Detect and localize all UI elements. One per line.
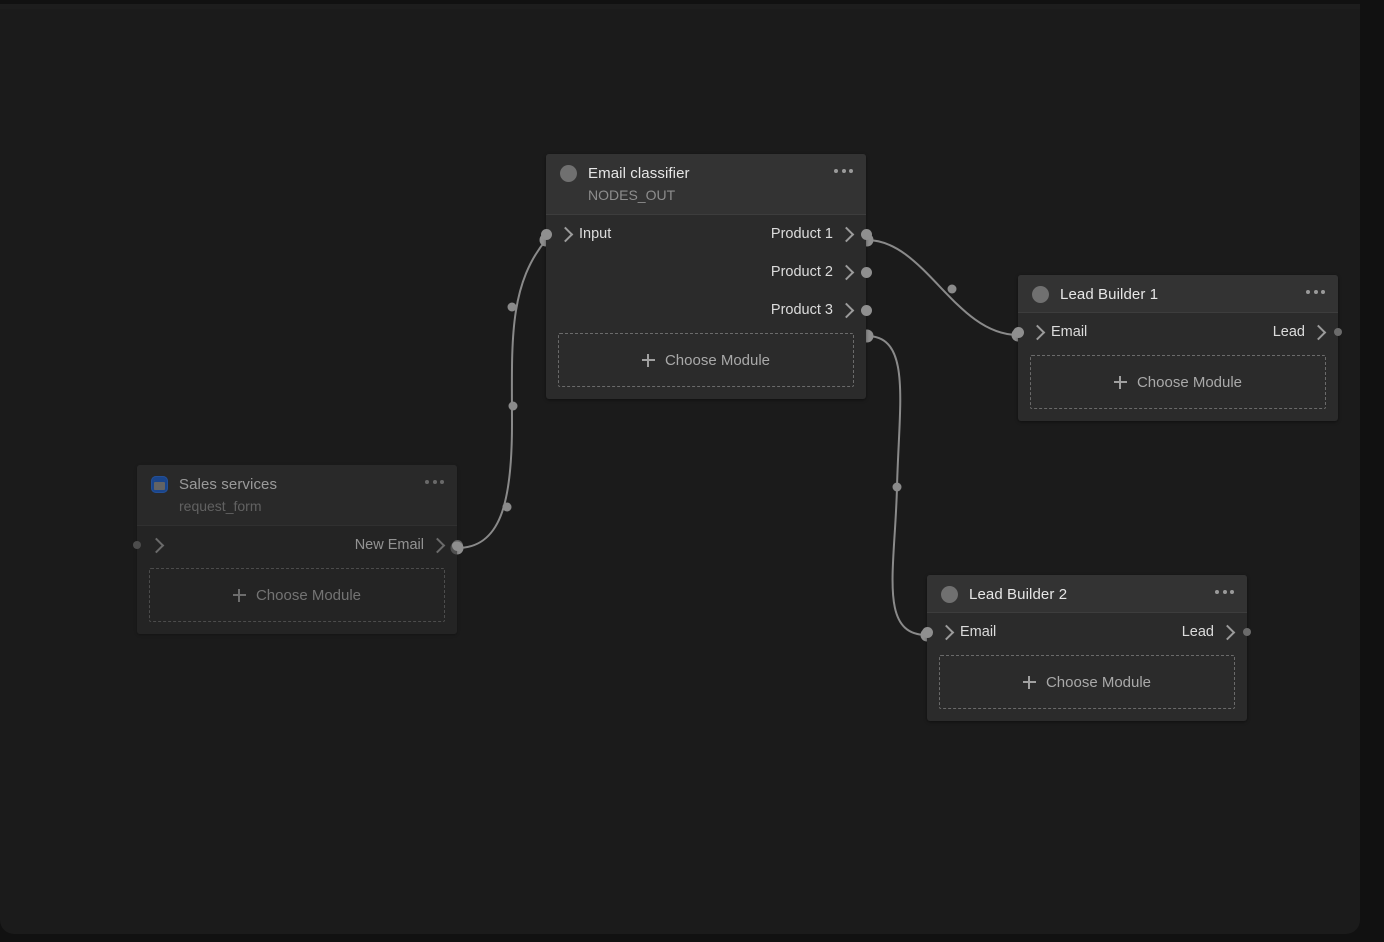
app-root: Email classifier NODES_OUT Input Product… xyxy=(0,0,1384,942)
chevron-right-icon xyxy=(558,227,574,243)
connection-sales-to-classifier xyxy=(451,234,553,555)
chevron-right-icon xyxy=(1220,624,1236,640)
node-header[interactable]: Lead Builder 1 xyxy=(1018,275,1338,313)
chevron-right-icon xyxy=(1030,324,1046,340)
input-port-label: Email xyxy=(960,624,996,640)
output-port-knob[interactable] xyxy=(1243,628,1251,636)
node-title: Lead Builder 2 xyxy=(969,586,1067,603)
chevron-right-icon xyxy=(939,624,955,640)
chevron-right-icon xyxy=(149,538,165,554)
node-title: Email classifier xyxy=(588,165,690,182)
output-port-label: Lead xyxy=(1273,324,1305,340)
plus-icon xyxy=(1114,376,1127,389)
plus-icon xyxy=(1023,676,1036,689)
port-row[interactable]: Input Product 1 xyxy=(546,215,866,253)
chevron-right-icon xyxy=(839,227,855,243)
node-subtitle: request_form xyxy=(179,498,443,514)
output-port-knob[interactable] xyxy=(452,540,463,551)
circle-icon xyxy=(1032,286,1049,303)
output-port-label: Lead xyxy=(1182,624,1214,640)
port-row[interactable]: New Email xyxy=(137,526,457,564)
input-port-knob[interactable] xyxy=(541,229,552,240)
circle-icon xyxy=(560,165,577,182)
ellipsis-icon[interactable] xyxy=(1215,590,1234,594)
input-port-knob[interactable] xyxy=(922,627,933,638)
plus-icon xyxy=(642,354,655,367)
node-body: New Email Choose Module xyxy=(137,526,457,634)
chevron-right-icon xyxy=(430,538,446,554)
workflow-canvas[interactable]: Email classifier NODES_OUT Input Product… xyxy=(0,4,1360,934)
node-header[interactable]: Lead Builder 2 xyxy=(927,575,1247,613)
circle-icon xyxy=(941,586,958,603)
choose-module-label: Choose Module xyxy=(665,352,770,369)
node-body: Email Lead Choose Module xyxy=(1018,313,1338,421)
node-body: Input Product 1 Product 2 xyxy=(546,215,866,399)
plus-icon xyxy=(233,589,246,602)
output-port-label: New Email xyxy=(355,537,424,553)
node-header[interactable]: Sales services request_form xyxy=(137,465,457,526)
canvas-top-strip xyxy=(0,4,1360,9)
chevron-right-icon xyxy=(839,303,855,319)
choose-module-button[interactable]: Choose Module xyxy=(149,568,445,622)
ellipsis-icon[interactable] xyxy=(1306,290,1325,294)
chevron-right-icon xyxy=(1311,324,1327,340)
output-port-label: Product 1 xyxy=(771,226,833,242)
output-port-label: Product 2 xyxy=(771,264,833,280)
node-subtitle: NODES_OUT xyxy=(588,187,852,203)
chevron-right-icon xyxy=(839,265,855,281)
output-port-knob[interactable] xyxy=(861,305,872,316)
port-row[interactable]: Email Lead xyxy=(1018,313,1338,351)
node-title: Lead Builder 1 xyxy=(1060,286,1158,303)
output-port-label: Product 3 xyxy=(771,302,833,318)
input-port-label: Email xyxy=(1051,324,1087,340)
input-port-label: Input xyxy=(579,226,611,242)
node-lead-builder-2[interactable]: Lead Builder 2 Email Lead xyxy=(927,575,1247,721)
port-row[interactable]: Product 2 xyxy=(546,253,866,291)
choose-module-button[interactable]: Choose Module xyxy=(939,655,1235,709)
output-port-knob[interactable] xyxy=(861,267,872,278)
node-header[interactable]: Email classifier NODES_OUT xyxy=(546,154,866,215)
connection-product1-to-lead1 xyxy=(861,234,1025,342)
output-port-knob[interactable] xyxy=(1334,328,1342,336)
output-port-knob[interactable] xyxy=(861,229,872,240)
node-lead-builder-1[interactable]: Lead Builder 1 Email Lead xyxy=(1018,275,1338,421)
input-port-knob[interactable] xyxy=(1013,327,1024,338)
port-row[interactable]: Product 3 xyxy=(546,291,866,329)
connection-product3-to-lead2 xyxy=(861,330,934,642)
choose-module-label: Choose Module xyxy=(1137,374,1242,391)
choose-module-label: Choose Module xyxy=(1046,674,1151,691)
choose-module-button[interactable]: Choose Module xyxy=(1030,355,1326,409)
node-sales-services[interactable]: Sales services request_form New Email xyxy=(137,465,457,634)
node-email-classifier[interactable]: Email classifier NODES_OUT Input Product… xyxy=(546,154,866,399)
choose-module-label: Choose Module xyxy=(256,587,361,604)
choose-module-button[interactable]: Choose Module xyxy=(558,333,854,387)
ellipsis-icon[interactable] xyxy=(425,480,444,484)
input-port-knob[interactable] xyxy=(133,541,141,549)
node-body: Email Lead Choose Module xyxy=(927,613,1247,721)
node-title: Sales services xyxy=(179,476,277,493)
ellipsis-icon[interactable] xyxy=(834,169,853,173)
app-square-icon xyxy=(151,476,168,493)
port-row[interactable]: Email Lead xyxy=(927,613,1247,651)
